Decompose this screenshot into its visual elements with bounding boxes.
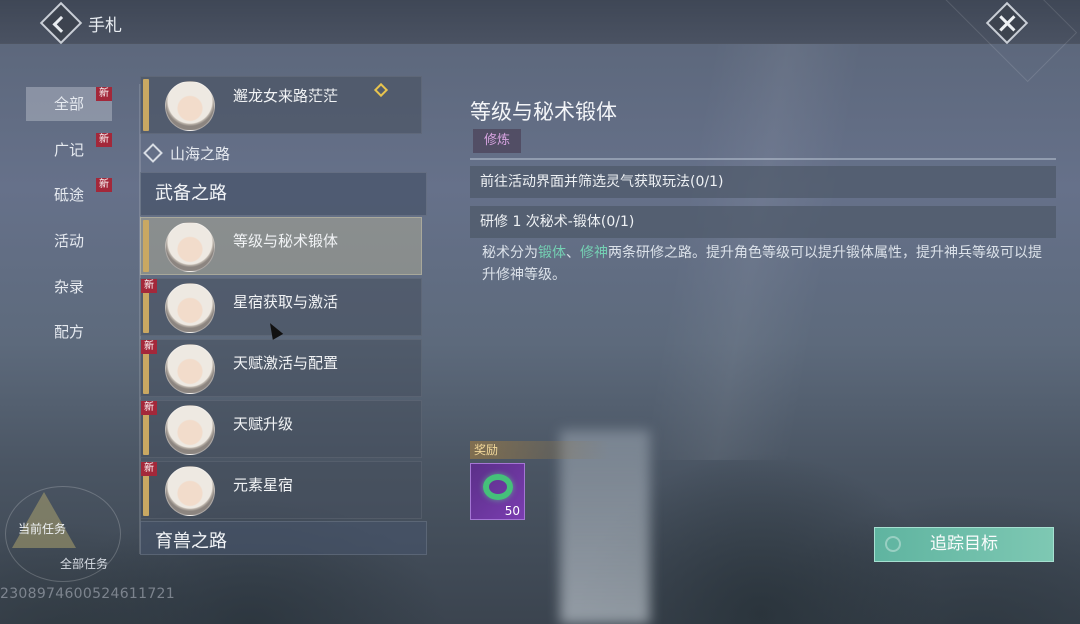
quest-name: 元素星宿 xyxy=(233,476,294,494)
category-all[interactable]: 全部 新 xyxy=(26,87,112,121)
reward-label: 奖励 xyxy=(470,441,610,459)
reward-item[interactable]: 50 xyxy=(470,463,525,520)
player-uid: 2308974600524611721 xyxy=(0,586,175,602)
objective-row: 研修 1 次秘术-锻体(0/1) xyxy=(470,206,1056,238)
character-portrait xyxy=(165,283,215,333)
category-activity[interactable]: 活动 xyxy=(26,224,112,258)
quest-name: 天赋激活与配置 xyxy=(233,354,339,372)
category-ditu[interactable]: 砥途 新 xyxy=(26,178,112,212)
quest-card[interactable]: 天赋升级 新 xyxy=(140,400,422,458)
category-guangji[interactable]: 广记 新 xyxy=(26,133,112,167)
category-label: 配方 xyxy=(54,323,85,341)
new-badge: 新 xyxy=(96,133,112,147)
character-portrait xyxy=(165,344,215,394)
category-label: 全部 xyxy=(54,95,85,113)
quest-card[interactable]: 元素星宿 新 xyxy=(140,461,422,519)
category-label: 广记 xyxy=(54,141,85,159)
new-badge: 新 xyxy=(96,87,112,101)
quest-name: 邂龙女来路茫茫 xyxy=(233,87,339,105)
swirl-icon xyxy=(885,536,901,552)
new-badge: 新 xyxy=(96,178,112,192)
character-portrait xyxy=(165,405,215,455)
quest-name: 星宿获取与激活 xyxy=(233,293,339,311)
quest-bar xyxy=(143,79,149,131)
current-task-label[interactable]: 当前任务 xyxy=(18,520,66,537)
section-link-label: 山海之路 xyxy=(170,145,231,163)
desc-text: 、 xyxy=(566,245,580,261)
quest-bar xyxy=(143,220,149,272)
background-waterfall xyxy=(560,430,650,624)
back-button[interactable] xyxy=(39,1,83,45)
quest-name: 天赋升级 xyxy=(233,415,294,433)
category-recipes[interactable]: 配方 xyxy=(26,315,112,349)
section-header-wubei[interactable]: 武备之路 xyxy=(140,172,427,216)
desc-highlight: 修神 xyxy=(580,245,608,261)
quest-description: 秘术分为锻体、修神两条研修之路。提升角色等级可以提升锻体属性，提升神兵等级可以提… xyxy=(482,242,1052,286)
track-target-button[interactable]: 追踪目标 xyxy=(874,527,1054,562)
quest-card-selected[interactable]: 等级与秘术锻体 xyxy=(140,217,422,275)
detail-divider xyxy=(470,158,1056,160)
quest-card[interactable]: 天赋激活与配置 新 xyxy=(140,339,422,397)
new-badge: 新 xyxy=(141,462,157,476)
character-portrait xyxy=(165,466,215,516)
quest-card[interactable]: 星宿获取与激活 新 xyxy=(140,278,422,336)
track-button-label: 追踪目标 xyxy=(930,534,998,554)
reward-count: 50 xyxy=(504,504,520,518)
objective-row: 前往活动界面并筛选灵气获取玩法(0/1) xyxy=(470,166,1056,198)
jade-ring-icon xyxy=(483,474,513,500)
detail-title: 等级与秘术锻体 xyxy=(470,100,617,124)
new-badge: 新 xyxy=(141,279,157,293)
category-label: 砥途 xyxy=(54,186,85,204)
category-label: 杂录 xyxy=(54,278,85,296)
page-title: 手札 xyxy=(88,16,122,36)
top-bar: 手札 xyxy=(0,0,1080,83)
desc-text: 秘术分为 xyxy=(482,245,538,261)
knot-icon xyxy=(143,142,163,163)
category-misc[interactable]: 杂录 xyxy=(26,270,112,304)
desc-highlight: 锻体 xyxy=(538,245,566,261)
all-task-label[interactable]: 全部任务 xyxy=(60,555,108,572)
new-badge: 新 xyxy=(141,340,157,354)
quest-type-tag: 修炼 xyxy=(473,129,522,153)
section-link-shanhai[interactable]: 山海之路 xyxy=(143,142,231,164)
new-badge: 新 xyxy=(141,401,157,415)
character-portrait xyxy=(165,222,215,272)
quest-name: 等级与秘术锻体 xyxy=(233,232,339,250)
category-label: 活动 xyxy=(54,232,85,250)
section-header-yushou[interactable]: 育兽之路 xyxy=(140,521,427,555)
character-portrait xyxy=(165,81,215,131)
